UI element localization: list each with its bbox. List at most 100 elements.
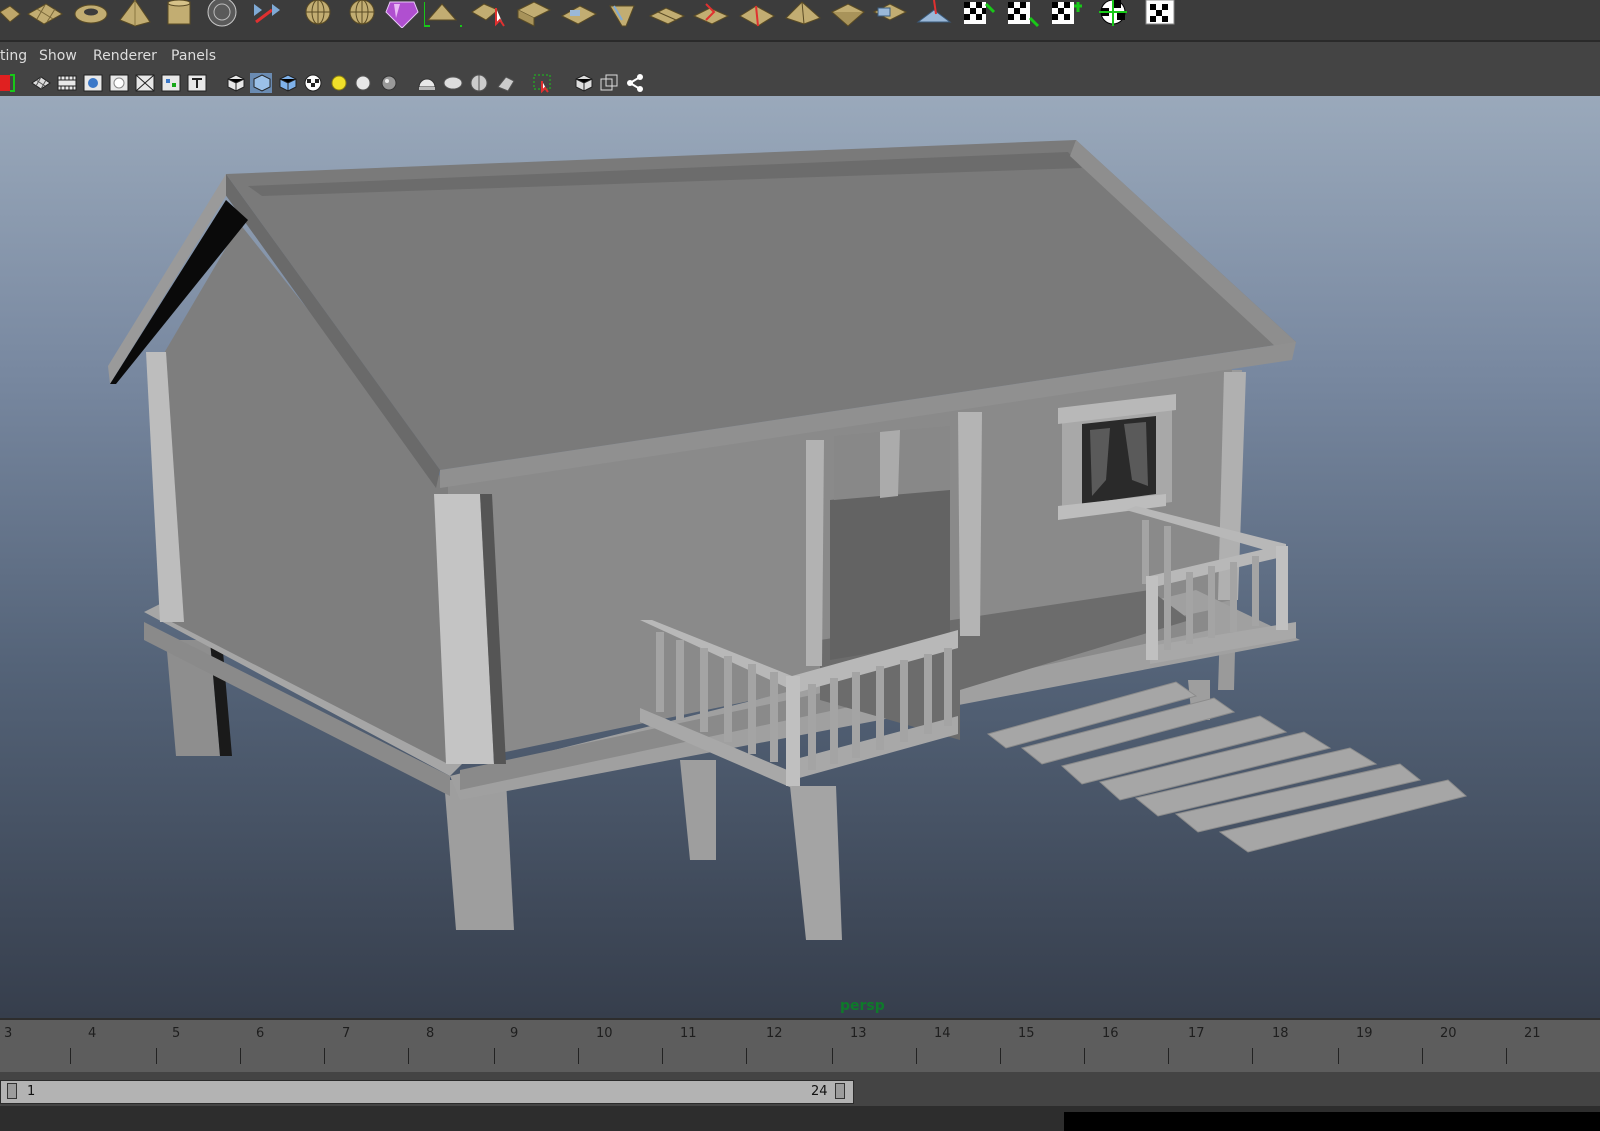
persp-viewport[interactable]: persp xyxy=(0,96,1600,1018)
sculpt-sphere-icon[interactable] xyxy=(202,0,240,28)
frame-label: 6 xyxy=(256,1026,265,1041)
default-light-icon[interactable] xyxy=(328,73,350,93)
uv-scale-icon[interactable] xyxy=(914,0,952,28)
range-slider[interactable]: 1 24 xyxy=(0,1080,854,1104)
frame-tick xyxy=(70,1048,71,1064)
camera-name-label: persp xyxy=(840,998,885,1014)
shader-ball-icon[interactable] xyxy=(384,0,422,28)
xray-icon[interactable] xyxy=(160,73,182,93)
ambient-icon[interactable] xyxy=(468,73,490,93)
frame-label: 8 xyxy=(426,1026,435,1041)
hemisphere-icon[interactable] xyxy=(416,73,438,93)
frame-label: 13 xyxy=(850,1026,867,1041)
uv-fold-icon[interactable] xyxy=(692,0,730,28)
wireframe-on-shaded-icon[interactable] xyxy=(134,73,156,93)
film-gate-icon[interactable] xyxy=(56,73,78,93)
frame-tick xyxy=(324,1048,325,1064)
uv-cut-icon[interactable] xyxy=(560,0,598,28)
move-uv-icon[interactable] xyxy=(248,0,286,28)
frame-label: 5 xyxy=(172,1026,181,1041)
frame-tick xyxy=(1422,1048,1423,1064)
frame-label: 11 xyxy=(680,1026,697,1041)
menu-show[interactable]: Show xyxy=(39,48,77,64)
frame-tick xyxy=(1252,1048,1253,1064)
frame-tick xyxy=(156,1048,157,1064)
nurbs-sphere-icon[interactable] xyxy=(342,0,380,28)
uv-cone-icon[interactable] xyxy=(828,0,866,28)
uv-cylinder-icon[interactable] xyxy=(604,0,642,28)
frame-label: 16 xyxy=(1102,1026,1119,1041)
checker-sphere-icon[interactable] xyxy=(1094,0,1132,28)
range-end-handle[interactable] xyxy=(835,1083,845,1099)
frame-label: 4 xyxy=(88,1026,97,1041)
bounding-box-icon[interactable] xyxy=(224,73,246,93)
viewport-toolbar xyxy=(0,70,1600,96)
uv-sew-icon[interactable] xyxy=(738,0,776,28)
shelf xyxy=(0,0,1600,42)
checker-icon[interactable] xyxy=(302,73,324,93)
all-lights-icon[interactable] xyxy=(352,73,374,93)
frame-tick xyxy=(494,1048,495,1064)
checker-flag-icon[interactable] xyxy=(1142,0,1180,28)
poly-plane-icon[interactable] xyxy=(26,0,64,28)
soft-icon[interactable] xyxy=(442,73,464,93)
frame-tick xyxy=(746,1048,747,1064)
share-icon[interactable] xyxy=(624,73,646,93)
house-model[interactable] xyxy=(0,96,1600,1018)
range-start-handle[interactable] xyxy=(7,1083,17,1099)
poly-cylinder-icon[interactable] xyxy=(160,0,198,28)
frame-label: 3 xyxy=(4,1026,13,1041)
frame-label: 14 xyxy=(934,1026,951,1041)
menu-panels[interactable]: Panels xyxy=(171,48,216,64)
frame-tick xyxy=(916,1048,917,1064)
double-cube-icon[interactable] xyxy=(598,73,620,93)
menu-renderer[interactable]: Renderer xyxy=(93,48,157,64)
frame-tick xyxy=(408,1048,409,1064)
wireframe-icon[interactable] xyxy=(82,73,104,93)
checker-scale-icon[interactable] xyxy=(1048,0,1086,28)
frame-label: 7 xyxy=(342,1026,351,1041)
textured-cube-icon[interactable] xyxy=(276,73,298,93)
frame-label: 9 xyxy=(510,1026,519,1041)
frame-label: 12 xyxy=(766,1026,783,1041)
texture-icon[interactable] xyxy=(186,73,208,93)
uv-shell-icon[interactable] xyxy=(424,0,462,28)
isolate-select-icon[interactable] xyxy=(532,73,554,93)
depth-icon[interactable] xyxy=(494,73,516,93)
menu-lighting[interactable]: ting xyxy=(0,48,27,64)
wire-cube-icon[interactable] xyxy=(572,73,594,93)
panel-menu-bar: ting Show Renderer Panels xyxy=(0,42,1600,70)
uv-flatten-icon[interactable] xyxy=(648,0,686,28)
frame-tick xyxy=(1506,1048,1507,1064)
frame-tick xyxy=(578,1048,579,1064)
frame-tick xyxy=(1000,1048,1001,1064)
command-result-field[interactable] xyxy=(1064,1112,1600,1131)
poly-torus-icon[interactable] xyxy=(72,0,110,28)
uv-plane-icon[interactable] xyxy=(514,0,552,28)
smooth-shade-icon[interactable] xyxy=(108,73,130,93)
uv-stack-icon[interactable] xyxy=(872,0,910,28)
select-camera-icon[interactable] xyxy=(0,73,22,93)
frame-tick xyxy=(1338,1048,1339,1064)
frame-tick xyxy=(662,1048,663,1064)
checker-rotate-icon[interactable] xyxy=(1004,0,1042,28)
nurbs-sphere-icon[interactable] xyxy=(296,0,334,28)
frame-label: 15 xyxy=(1018,1026,1035,1041)
frame-label: 21 xyxy=(1524,1026,1541,1041)
time-slider[interactable]: 3 4 5 6 7 8 9 10 11 12 13 14 15 16 17 18… xyxy=(0,1018,1600,1072)
shadow-icon[interactable] xyxy=(378,73,400,93)
range-slider-bar: 1 24 xyxy=(0,1072,1600,1106)
poly-pyramid-icon[interactable] xyxy=(116,0,154,28)
shaded-cube-icon[interactable] xyxy=(250,73,272,93)
uv-select-icon[interactable] xyxy=(470,0,508,28)
checker-move-icon[interactable] xyxy=(960,0,998,28)
grid-icon[interactable] xyxy=(30,73,52,93)
frame-label: 10 xyxy=(596,1026,613,1041)
range-start-value: 1 xyxy=(27,1084,36,1099)
frame-tick xyxy=(1084,1048,1085,1064)
frame-tick xyxy=(240,1048,241,1064)
range-end-value: 24 xyxy=(811,1084,828,1099)
frame-label: 20 xyxy=(1440,1026,1457,1041)
uv-split-icon[interactable] xyxy=(784,0,822,28)
frame-tick xyxy=(832,1048,833,1064)
